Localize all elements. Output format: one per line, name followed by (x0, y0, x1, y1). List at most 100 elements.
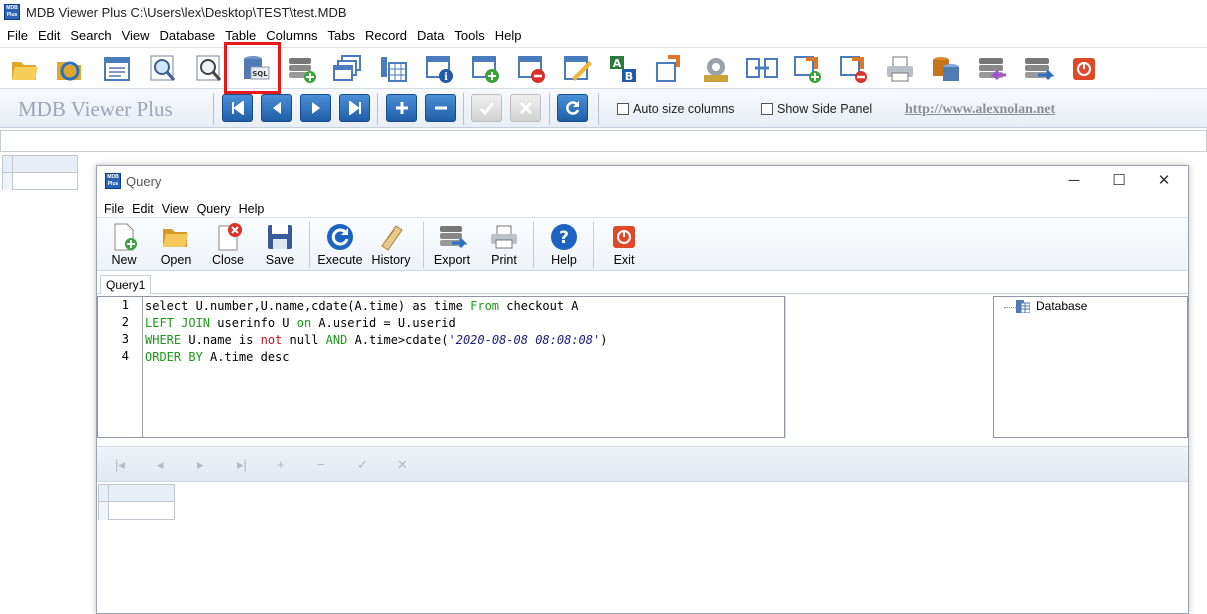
svg-text:A: A (613, 57, 622, 70)
sort-ab-icon[interactable]: AB (608, 53, 640, 85)
sql-token-kw: LEFT JOIN (145, 316, 211, 330)
delete-row-icon[interactable] (516, 53, 548, 85)
menu-view[interactable]: View (117, 26, 155, 46)
query-menu-query[interactable]: Query (193, 202, 235, 216)
next-record-button[interactable] (300, 94, 331, 122)
menu-tools[interactable]: Tools (449, 26, 489, 46)
query-menu-file[interactable]: File (97, 202, 128, 216)
svg-text:i: i (444, 72, 448, 83)
menu-edit[interactable]: Edit (33, 26, 65, 46)
main-data-grid[interactable] (2, 155, 78, 190)
svg-text:?: ? (559, 228, 569, 248)
post-edit-button[interactable] (471, 94, 502, 122)
refresh-db-icon[interactable] (54, 53, 86, 85)
print-icon[interactable] (884, 53, 916, 85)
toolbar-divider (463, 93, 464, 125)
execute-query-button[interactable]: Execute (317, 220, 363, 270)
refresh-button[interactable] (557, 94, 588, 122)
db-import-icon[interactable] (976, 53, 1008, 85)
link-tables-icon[interactable] (746, 53, 778, 85)
results-grid[interactable] (98, 484, 175, 520)
close-query-button[interactable]: Close (205, 220, 251, 270)
results-previous-button[interactable]: ◂ (157, 457, 164, 473)
checkbox-box[interactable] (761, 103, 773, 115)
checkbox-box[interactable] (617, 103, 629, 115)
show-side-panel-checkbox[interactable]: Show Side Panel (761, 102, 872, 116)
sql-token: A.userid = U.userid (311, 316, 456, 330)
grid-row-indicator[interactable] (3, 173, 13, 190)
minimize-button[interactable]: ─ (1063, 170, 1085, 192)
export-button[interactable]: Export (429, 220, 475, 270)
db-export-icon[interactable] (1022, 53, 1054, 85)
save-query-button[interactable]: Save (257, 220, 303, 270)
sql-editor[interactable]: 1 2 3 4 select U.number,U.name,cdate(A.t… (97, 296, 785, 438)
exit-icon[interactable] (1068, 53, 1100, 85)
tables-icon[interactable] (332, 53, 364, 85)
menu-data[interactable]: Data (412, 26, 449, 46)
menu-file[interactable]: File (0, 26, 33, 46)
query-menu-view[interactable]: View (158, 202, 193, 216)
results-first-button[interactable]: |◂ (115, 457, 125, 473)
cancel-edit-button[interactable] (510, 94, 541, 122)
main-menu-bar: File Edit Search View Database Table Col… (0, 26, 1207, 46)
auto-size-columns-checkbox[interactable]: Auto size columns (617, 102, 734, 116)
cross-icon (519, 101, 532, 115)
history-label: History (371, 253, 411, 267)
help-button[interactable]: ? Help (541, 220, 587, 270)
import-icon[interactable] (792, 53, 824, 85)
delete-record-button[interactable] (425, 94, 456, 122)
table-list-icon[interactable] (101, 53, 133, 85)
add-table-icon[interactable] (286, 53, 318, 85)
results-header-row (99, 485, 174, 502)
query-menu-help[interactable]: Help (235, 202, 269, 216)
history-button[interactable]: History (368, 220, 414, 270)
results-insert-button[interactable]: + (277, 457, 285, 472)
table-info-icon[interactable]: i (424, 53, 456, 85)
compact-db-icon[interactable] (930, 53, 962, 85)
sql-line: ORDER BY A.time desc (145, 349, 607, 366)
results-next-button[interactable]: ▸ (197, 457, 204, 473)
previous-record-button[interactable] (261, 94, 292, 122)
edit-table-icon[interactable] (562, 53, 594, 85)
export-table-icon[interactable] (654, 53, 686, 85)
website-link[interactable]: http://www.alexnolan.net (905, 102, 1055, 118)
database-tree-node[interactable]: Database (1036, 299, 1087, 313)
search-icon[interactable] (147, 53, 179, 85)
close-window-button[interactable]: ✕ (1153, 170, 1175, 192)
results-post-button[interactable]: ✓ (357, 457, 368, 473)
maximize-button[interactable]: ☐ (1108, 170, 1130, 192)
open-folder-icon[interactable] (9, 53, 41, 85)
zoom-icon[interactable] (193, 53, 225, 85)
results-delete-button[interactable]: − (317, 457, 325, 472)
add-record-button[interactable] (386, 94, 417, 122)
menu-tabs[interactable]: Tabs (323, 26, 360, 46)
sql-token: select (145, 299, 189, 313)
navigation-toolbar: MDB Viewer Plus Auto size columns Show S… (0, 88, 1207, 128)
last-record-button[interactable] (339, 94, 370, 122)
menu-search[interactable]: Search (65, 26, 116, 46)
columns-icon[interactable] (378, 53, 410, 85)
line-number-gutter: 1 2 3 4 (98, 297, 143, 437)
save-disk-icon (268, 225, 292, 249)
first-record-button[interactable] (222, 94, 253, 122)
settings-icon[interactable] (700, 53, 732, 85)
exit-button[interactable]: Exit (601, 220, 647, 270)
menu-record[interactable]: Record (360, 26, 412, 46)
query-menu-edit[interactable]: Edit (128, 202, 158, 216)
results-last-button[interactable]: ▸| (237, 457, 247, 473)
tab-query1[interactable]: Query1 (100, 275, 152, 294)
new-query-button[interactable]: New (101, 220, 147, 270)
menu-help[interactable]: Help (490, 26, 527, 46)
database-side-panel[interactable]: Database (993, 296, 1188, 438)
add-row-icon[interactable] (470, 53, 502, 85)
open-query-button[interactable]: Open (153, 220, 199, 270)
results-row-indicator[interactable] (99, 502, 109, 520)
menu-database[interactable]: Database (155, 26, 221, 46)
results-cancel-button[interactable]: ✕ (397, 457, 408, 473)
print-button[interactable]: Print (481, 220, 527, 270)
relations-icon[interactable] (838, 53, 870, 85)
sql-token: ) (600, 333, 608, 347)
query-tab-strip: Query1 (97, 273, 1188, 294)
sql-token-nu: not (260, 333, 283, 347)
last-icon (348, 101, 361, 115)
